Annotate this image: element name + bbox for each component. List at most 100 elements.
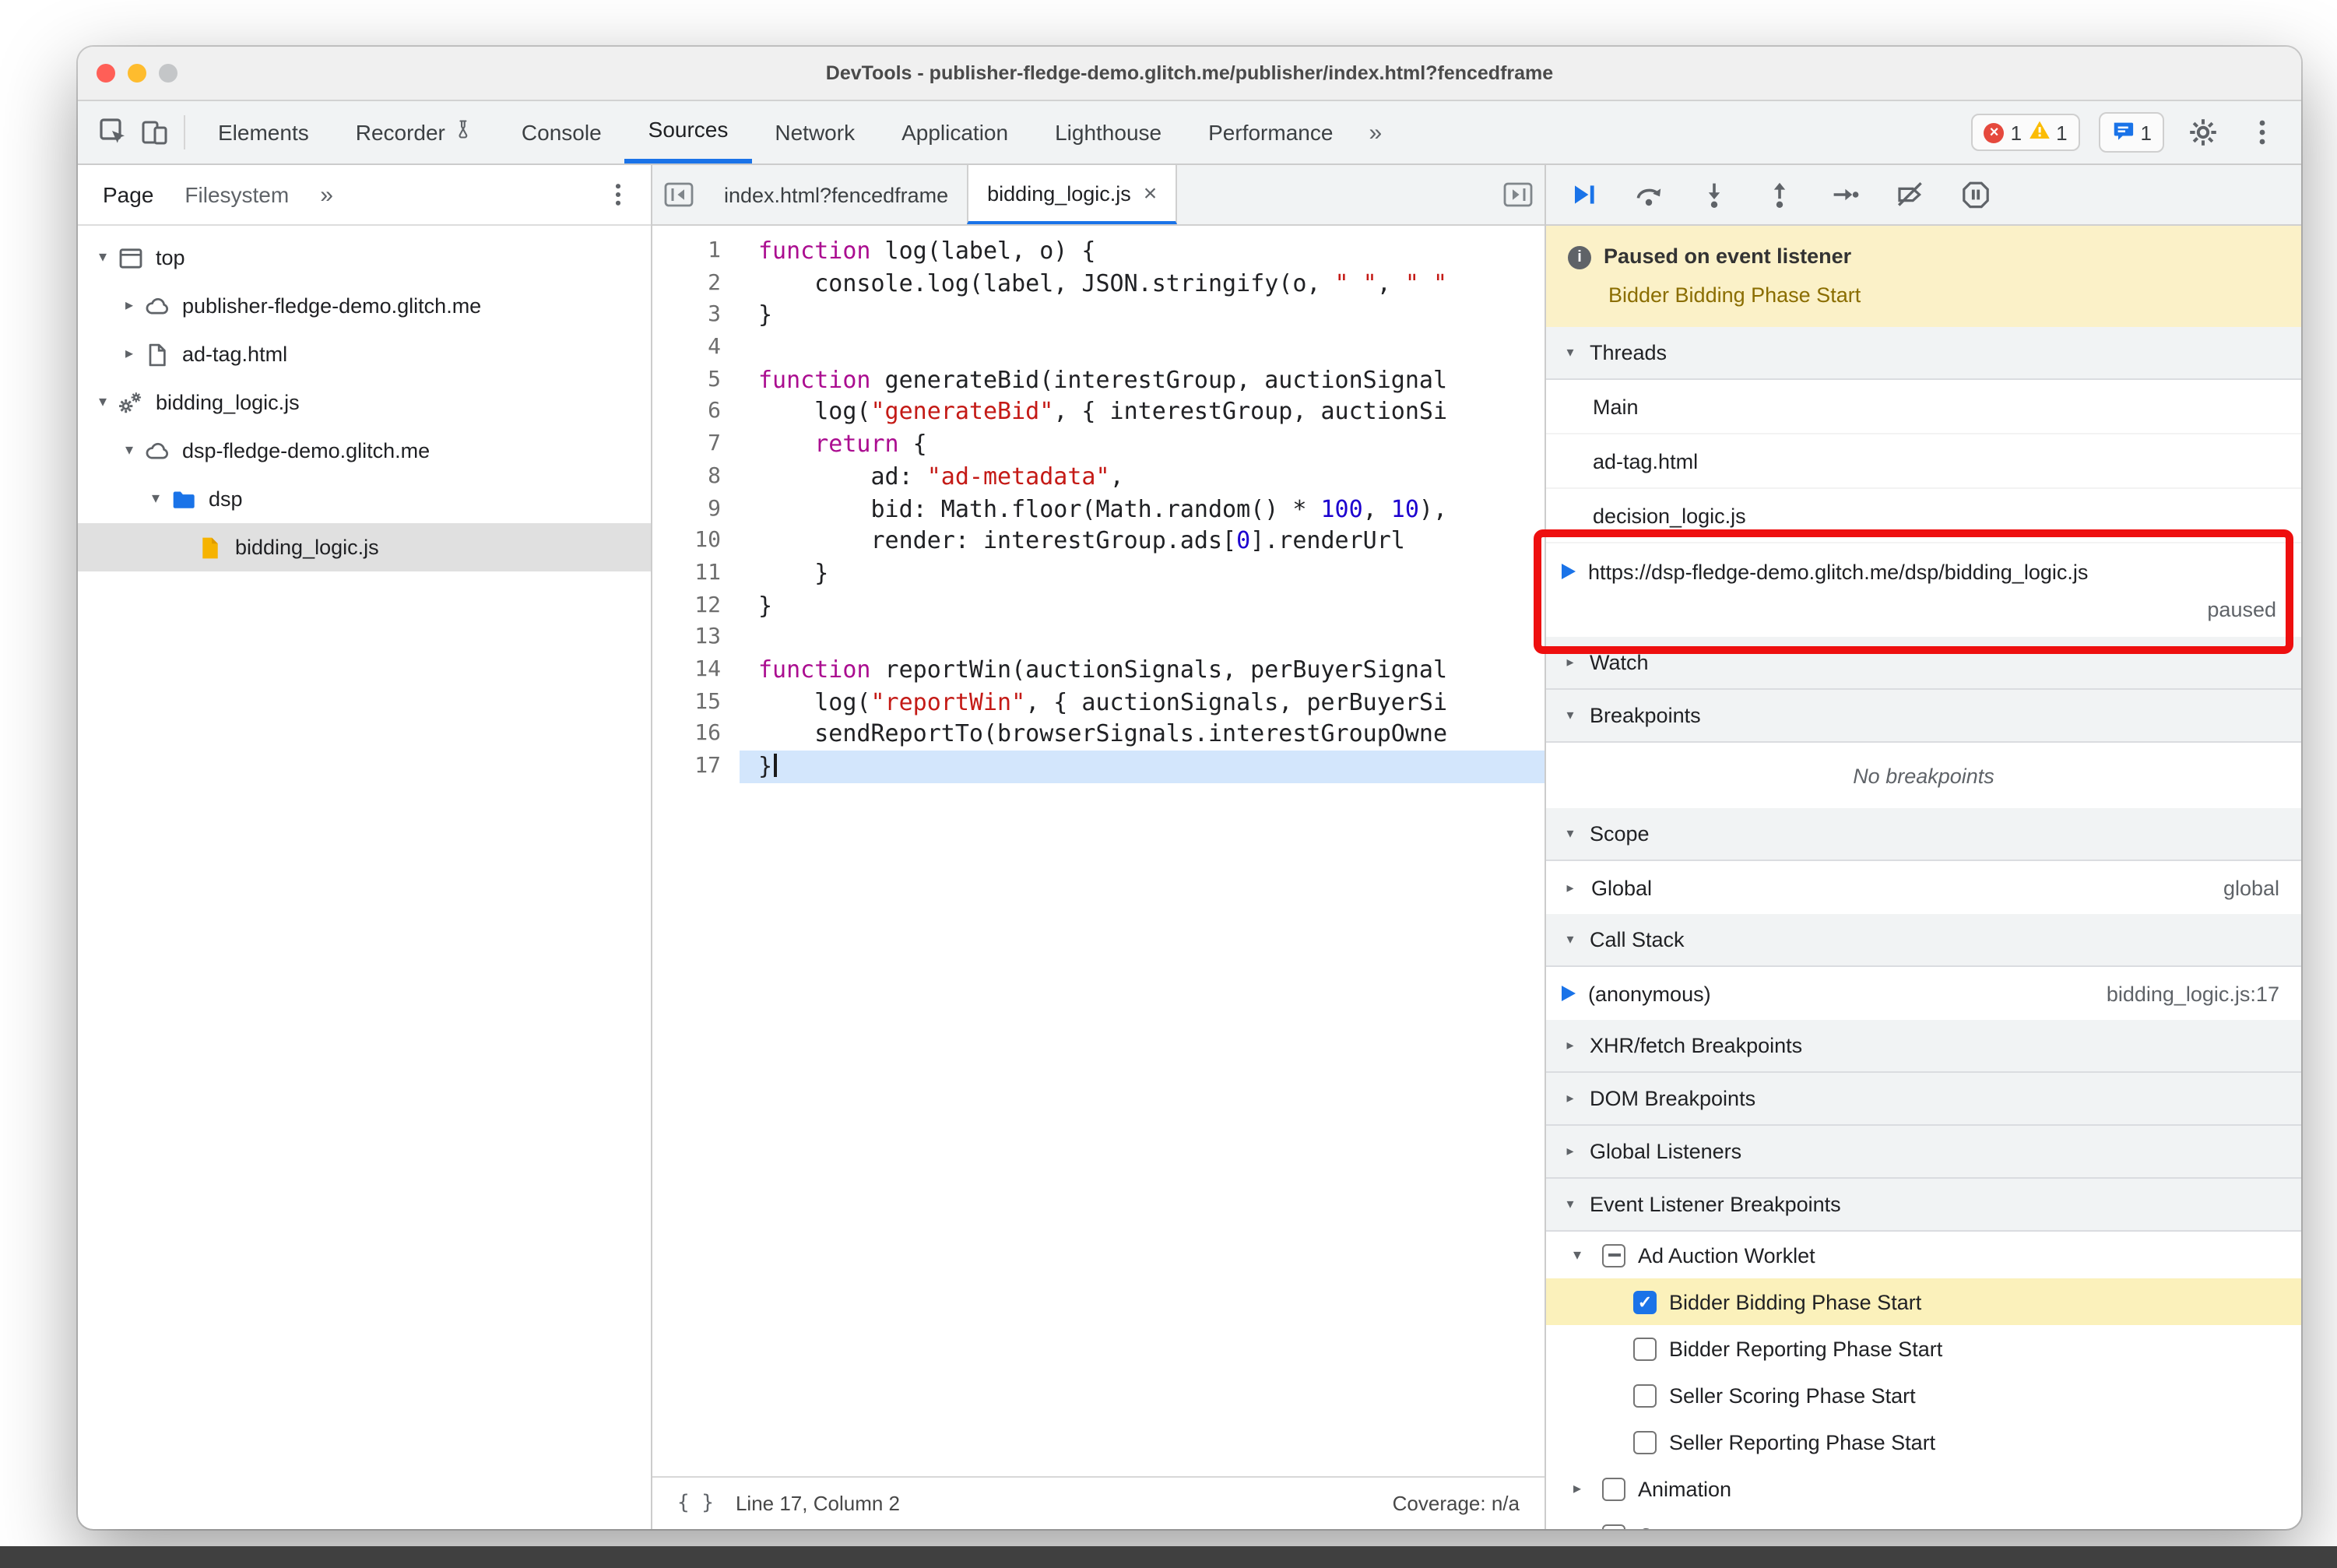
deactivate-breakpoints-icon[interactable] xyxy=(1895,179,1926,210)
code-text[interactable]: } xyxy=(740,751,1545,783)
section-header-call-stack[interactable]: ▾ Call Stack xyxy=(1546,914,2301,967)
code-text[interactable]: return { xyxy=(740,428,1545,460)
line-number[interactable]: 14 xyxy=(652,654,740,686)
frame-location[interactable]: bidding_logic.js:17 xyxy=(2107,982,2279,1005)
line-number[interactable]: 17 xyxy=(652,751,740,782)
line-number[interactable]: 1 xyxy=(652,235,740,267)
code-text[interactable]: function reportWin(auctionSignals, perBu… xyxy=(740,654,1545,686)
collapsed-icon[interactable]: ▸ xyxy=(1562,879,1579,896)
elb-group-canvas[interactable]: ▸ Canvas xyxy=(1546,1512,2301,1529)
tree-item-dsp-fledge-demo-glitch-me[interactable]: ▾ dsp-fledge-demo.glitch.me xyxy=(78,427,651,475)
panel-tab-network[interactable]: Network xyxy=(751,101,878,163)
code-text[interactable]: log("reportWin", { auctionSignals, perBu… xyxy=(740,686,1545,718)
tree-item-dsp[interactable]: ▾ dsp xyxy=(78,475,651,523)
tree-item-publisher-fledge-demo-glitch-me[interactable]: ▸ publisher-fledge-demo.glitch.me xyxy=(78,282,651,330)
section-header-dom-breakpoints[interactable]: ▸ DOM Breakpoints xyxy=(1546,1073,2301,1126)
settings-gear-icon[interactable] xyxy=(2183,112,2223,153)
code-text[interactable]: function log(label, o) { xyxy=(740,235,1545,267)
pretty-print-button[interactable]: { } xyxy=(677,1492,714,1515)
thread-https-dsp-fledge-demo-glitch-me-dsp-bidding-logic-js[interactable]: https://dsp-fledge-demo.glitch.me/dsp/bi… xyxy=(1546,543,2301,637)
section-header-scope[interactable]: ▾ Scope xyxy=(1546,808,2301,861)
panel-tab-application[interactable]: Application xyxy=(878,101,1031,163)
navigator-tab-page[interactable]: Page xyxy=(103,182,153,207)
collapsed-triangle-icon[interactable]: ▸ xyxy=(1565,1527,1590,1529)
step-into-icon[interactable] xyxy=(1699,179,1730,210)
hide-navigator-icon[interactable] xyxy=(652,165,705,224)
step-icon[interactable] xyxy=(1829,179,1861,210)
line-number[interactable]: 3 xyxy=(652,300,740,332)
close-tab-icon[interactable]: × xyxy=(1144,180,1158,206)
line-number[interactable]: 9 xyxy=(652,493,740,525)
navigator-kebab-icon[interactable] xyxy=(601,178,635,212)
section-header-breakpoints[interactable]: ▾ Breakpoints xyxy=(1546,690,2301,743)
expanded-triangle-icon[interactable]: ▾ xyxy=(143,490,168,508)
elb-item-bidder-reporting-phase-start[interactable]: Bidder Reporting Phase Start xyxy=(1546,1325,2301,1372)
editor-tab-index-html-fencedframe[interactable]: index.html?fencedframe xyxy=(705,165,967,224)
line-number[interactable]: 4 xyxy=(652,332,740,364)
tree-item-bidding-logic-js[interactable]: ▾ bidding_logic.js xyxy=(78,378,651,427)
line-number[interactable]: 10 xyxy=(652,525,740,557)
checkbox-animation[interactable] xyxy=(1602,1477,1625,1500)
code-text[interactable]: bid: Math.floor(Math.random() * 100, 10)… xyxy=(740,493,1545,525)
issues-badge[interactable]: 1 xyxy=(2098,112,2164,153)
call-frame-anonymous[interactable]: (anonymous) bidding_logic.js:17 xyxy=(1546,967,2301,1020)
line-number[interactable]: 7 xyxy=(652,428,740,460)
panel-tab-console[interactable]: Console xyxy=(498,101,625,163)
collapsed-triangle-icon[interactable]: ▸ xyxy=(1565,1480,1590,1497)
panel-tab-recorder[interactable]: Recorder xyxy=(332,101,498,163)
collapsed-triangle-icon[interactable]: ▸ xyxy=(117,297,142,315)
console-status-badge[interactable]: × 1 1 xyxy=(1971,114,2080,151)
panel-tab-elements[interactable]: Elements xyxy=(195,101,332,163)
section-header-threads[interactable]: ▾ Threads xyxy=(1546,327,2301,380)
expanded-triangle-icon[interactable]: ▾ xyxy=(1565,1246,1590,1264)
line-number[interactable]: 12 xyxy=(652,589,740,621)
code-text[interactable]: function generateBid(interestGroup, auct… xyxy=(740,364,1545,396)
close-window-button[interactable] xyxy=(97,64,115,83)
line-number[interactable]: 16 xyxy=(652,719,740,751)
tree-item-bidding-logic-js[interactable]: bidding_logic.js xyxy=(78,523,651,571)
line-number[interactable]: 2 xyxy=(652,267,740,299)
code-editor[interactable]: 1 function log(label, o) {2 console.log(l… xyxy=(652,226,1545,1476)
resume-icon[interactable] xyxy=(1568,179,1599,210)
navigator-tab-filesystem[interactable]: Filesystem xyxy=(184,182,289,207)
code-text[interactable]: ad: "ad-metadata", xyxy=(740,461,1545,493)
panel-tab-lighthouse[interactable]: Lighthouse xyxy=(1031,101,1185,163)
tree-item-ad-tag-html[interactable]: ▸ ad-tag.html xyxy=(78,330,651,378)
tree-item-top[interactable]: ▾ top xyxy=(78,234,651,282)
inspect-element-icon[interactable] xyxy=(93,112,134,153)
code-text[interactable]: sendReportTo(browserSignals.interestGrou… xyxy=(740,719,1545,751)
panel-tab-performance[interactable]: Performance xyxy=(1185,101,1356,163)
kebab-menu-icon[interactable] xyxy=(2242,112,2283,153)
code-text[interactable]: render: interestGroup.ads[0].renderUrl xyxy=(740,525,1545,557)
checkbox-bidder-bidding-phase-start[interactable]: ✓ xyxy=(1633,1290,1657,1313)
checkbox-seller-reporting-phase-start[interactable] xyxy=(1633,1430,1657,1454)
thread-ad-tag-html[interactable]: ad-tag.html xyxy=(1546,434,2301,489)
scope-item-global[interactable]: ▸ Global global xyxy=(1546,861,2301,914)
device-toolbar-icon[interactable] xyxy=(134,112,174,153)
line-number[interactable]: 13 xyxy=(652,622,740,654)
elb-item-seller-reporting-phase-start[interactable]: Seller Reporting Phase Start xyxy=(1546,1419,2301,1465)
elb-item-seller-scoring-phase-start[interactable]: Seller Scoring Phase Start xyxy=(1546,1372,2301,1419)
panel-tab-sources[interactable]: Sources xyxy=(624,101,752,163)
checkbox-bidder-reporting-phase-start[interactable] xyxy=(1633,1337,1657,1360)
expanded-triangle-icon[interactable]: ▾ xyxy=(90,394,115,411)
code-text[interactable] xyxy=(740,622,1545,654)
thread-decision-logic-js[interactable]: decision_logic.js xyxy=(1546,489,2301,543)
code-text[interactable]: } xyxy=(740,300,1545,332)
minimize-window-button[interactable] xyxy=(128,64,146,83)
code-text[interactable]: } xyxy=(740,557,1545,589)
checkbox-seller-scoring-phase-start[interactable] xyxy=(1633,1383,1657,1407)
collapsed-triangle-icon[interactable]: ▸ xyxy=(117,346,142,363)
expanded-triangle-icon[interactable]: ▾ xyxy=(90,249,115,266)
code-text[interactable]: } xyxy=(740,589,1545,621)
line-number[interactable]: 8 xyxy=(652,461,740,493)
fullscreen-window-button[interactable] xyxy=(159,64,177,83)
code-text[interactable]: log("generateBid", { interestGroup, auct… xyxy=(740,396,1545,428)
line-number[interactable]: 15 xyxy=(652,686,740,718)
section-header-xhr-breakpoints[interactable]: ▸ XHR/fetch Breakpoints xyxy=(1546,1020,2301,1073)
more-navigator-tabs-chevron[interactable]: » xyxy=(320,181,333,208)
checkbox-canvas[interactable] xyxy=(1602,1524,1625,1529)
elb-group-ad-auction-worklet[interactable]: ▾ Ad Auction Worklet xyxy=(1546,1232,2301,1278)
more-panels-chevron[interactable]: » xyxy=(1356,119,1394,146)
step-out-icon[interactable] xyxy=(1764,179,1795,210)
